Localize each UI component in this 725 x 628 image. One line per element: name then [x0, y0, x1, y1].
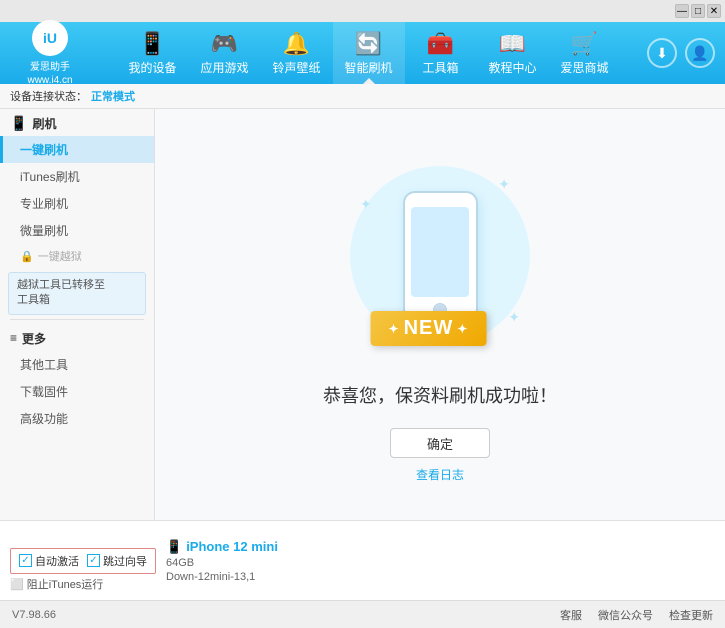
stop-itunes-icon: ⬜	[10, 578, 24, 591]
auto-activate-cb[interactable]	[19, 554, 32, 567]
device-bar: 自动激活 跳过向导 📱 iPhone 12 mini 64GB Down-12m…	[0, 520, 725, 600]
maximize-btn[interactable]: □	[691, 4, 705, 18]
sparkle-1: ✦	[498, 176, 510, 193]
footer-version: V7.98.66	[12, 609, 560, 621]
nav-shop-label: 爱思商城	[560, 59, 608, 76]
success-text: 恭喜您，保资料刷机成功啦！	[323, 382, 557, 408]
user-btn[interactable]: 👤	[685, 38, 715, 68]
sidebar-item-jailbreak: 🔒 一键越狱	[0, 244, 154, 268]
sidebar-item-itunes-flash[interactable]: iTunes刷机	[0, 163, 154, 190]
sparkle-3: ✦	[508, 309, 520, 326]
device-model: Down-12mini-13,1	[166, 571, 278, 583]
sidebar-section-more-label: 更多	[22, 330, 46, 347]
sidebar-item-pro-flash[interactable]: 专业刷机	[0, 190, 154, 217]
device-status-bar: 设备连接状态： 正常模式	[0, 84, 725, 109]
footer-link-update[interactable]: 检查更新	[669, 607, 713, 623]
sidebar-item-other-tools[interactable]: 其他工具	[0, 351, 154, 378]
device-name-text: iPhone 12 mini	[186, 539, 278, 554]
main-wrapper: 📱 刷机 一键刷机 iTunes刷机 专业刷机 微量刷机 🔒 一键越狱 越狱工具…	[0, 109, 725, 520]
sidebar-section-flash: 📱 刷机	[0, 109, 154, 136]
footer: V7.98.66 客服 微信公众号 检查更新	[0, 600, 725, 628]
nav-tutorial-label: 教程中心	[488, 59, 536, 76]
download-btn[interactable]: ⬇	[647, 38, 677, 68]
sidebar-item-download-firmware[interactable]: 下载固件	[0, 378, 154, 405]
nav-shop-icon: 🛒	[571, 31, 598, 57]
lock-icon: 🔒	[20, 250, 34, 263]
footer-link-wechat[interactable]: 微信公众号	[598, 607, 653, 623]
stop-itunes-btn[interactable]: ⬜ 阻止iTunes运行	[10, 576, 103, 592]
nav-ringtones-icon: 🔔	[283, 31, 310, 57]
phone-illustration: ✦ ✦ ✦ NEW	[340, 146, 540, 366]
sidebar-section-more: ≡ 更多	[0, 324, 154, 351]
more-section-icon: ≡	[10, 331, 17, 345]
logo[interactable]: iU 爱思助手 www.i4.cn	[10, 20, 90, 86]
flash-section-icon: 📱	[10, 115, 27, 132]
device-phone-icon: 📱	[166, 539, 182, 555]
nav-apps-games[interactable]: 🎮 应用游戏	[189, 22, 261, 84]
footer-links: 客服 微信公众号 检查更新	[560, 607, 713, 623]
nav-smart-flash-label: 智能刷机	[344, 59, 392, 76]
nav-apps-label: 应用游戏	[200, 59, 248, 76]
nav-bar: 📱 我的设备 🎮 应用游戏 🔔 铃声壁纸 🔄 智能刷机 🧰 工具箱 📖 教程中心…	[90, 22, 647, 84]
confirm-button[interactable]: 确定	[390, 428, 490, 458]
sidebar-divider	[10, 319, 144, 320]
status-value: 正常模式	[91, 88, 135, 104]
nav-my-device-icon: 📱	[139, 31, 166, 57]
close-btn[interactable]: ✕	[707, 4, 721, 18]
new-badge: NEW	[371, 311, 487, 346]
nav-toolbox[interactable]: 🧰 工具箱	[405, 22, 477, 84]
auto-activate-label: 自动激活	[35, 553, 79, 569]
sidebar-item-one-key-flash[interactable]: 一键刷机	[0, 136, 154, 163]
nav-my-device[interactable]: 📱 我的设备	[117, 22, 189, 84]
nav-ringtones[interactable]: 🔔 铃声壁纸	[261, 22, 333, 84]
sidebar-item-advanced[interactable]: 高级功能	[0, 405, 154, 432]
sidebar-section-flash-label: 刷机	[32, 115, 56, 132]
nav-ringtones-label: 铃声壁纸	[272, 59, 320, 76]
phone-screen	[411, 207, 469, 297]
nav-smart-flash-icon: 🔄	[355, 31, 382, 57]
nav-tutorial-icon: 📖	[499, 31, 526, 57]
nav-my-device-label: 我的设备	[128, 59, 176, 76]
nav-apps-icon: 🎮	[211, 31, 238, 57]
status-label: 设备连接状态：	[10, 88, 87, 104]
skip-wizard-label: 跳过向导	[103, 553, 147, 569]
minimize-btn[interactable]: —	[675, 4, 689, 18]
logo-icon: iU	[32, 20, 68, 56]
phone-device	[403, 191, 478, 321]
logo-title: 爱思助手	[30, 58, 70, 73]
skip-wizard-checkbox[interactable]: 跳过向导	[87, 553, 147, 569]
title-bar: — □ ✕	[0, 0, 725, 22]
nav-smart-flash[interactable]: 🔄 智能刷机	[333, 22, 405, 84]
device-info: 📱 iPhone 12 mini 64GB Down-12mini-13,1	[166, 539, 278, 583]
sidebar-notice: 越狱工具已转移至工具箱	[8, 272, 146, 315]
device-name: 📱 iPhone 12 mini	[166, 539, 278, 555]
nav-shop[interactable]: 🛒 爱思商城	[549, 22, 621, 84]
logo-url: www.i4.cn	[27, 75, 72, 86]
footer-link-support[interactable]: 客服	[560, 607, 582, 623]
stop-itunes-label: 阻止iTunes运行	[27, 576, 104, 592]
sparkle-2: ✦	[360, 196, 372, 213]
nav-tutorial[interactable]: 📖 教程中心	[477, 22, 549, 84]
sidebar-item-micro-flash[interactable]: 微量刷机	[0, 217, 154, 244]
jailbreak-label: 一键越狱	[38, 248, 82, 264]
auto-activate-checkbox[interactable]: 自动激活	[19, 553, 79, 569]
content-area: ✦ ✦ ✦ NEW 恭喜您，保资料刷机成功啦！ 确定 查看日志	[155, 109, 725, 520]
skip-wizard-cb[interactable]	[87, 554, 100, 567]
sidebar: 📱 刷机 一键刷机 iTunes刷机 专业刷机 微量刷机 🔒 一键越狱 越狱工具…	[0, 109, 155, 520]
nav-right-actions: ⬇ 👤	[647, 38, 715, 68]
daily-log-link[interactable]: 查看日志	[416, 466, 464, 483]
device-storage: 64GB	[166, 557, 278, 569]
nav-toolbox-label: 工具箱	[422, 59, 458, 76]
header: iU 爱思助手 www.i4.cn 📱 我的设备 🎮 应用游戏 🔔 铃声壁纸 🔄…	[0, 22, 725, 84]
device-checkboxes: 自动激活 跳过向导	[10, 548, 156, 574]
nav-toolbox-icon: 🧰	[427, 31, 454, 57]
